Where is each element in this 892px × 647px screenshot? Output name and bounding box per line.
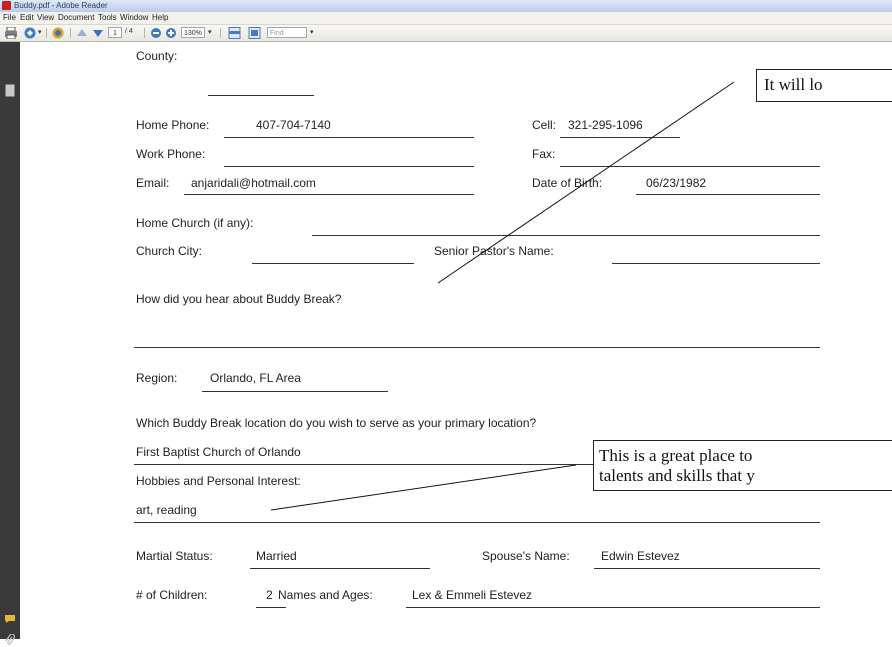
toolbar: ▾ 1 / 4 130% ▾ Find ▾ xyxy=(0,25,892,42)
callout-middle-pointer xyxy=(270,464,577,511)
children-count-label: # of Children: xyxy=(136,588,208,602)
county-field-line[interactable] xyxy=(208,95,314,96)
menu-file[interactable]: File xyxy=(3,12,16,24)
comments-icon[interactable] xyxy=(4,614,16,624)
callout-top-text: It will lo xyxy=(764,75,823,94)
names-ages-line xyxy=(406,607,820,608)
names-ages-label: Names and Ages: xyxy=(278,588,373,602)
callout-middle-line2: talents and skills that y xyxy=(599,466,755,485)
email-icon[interactable] xyxy=(23,27,37,39)
hobbies-line xyxy=(134,522,820,523)
toolbar-separator xyxy=(70,28,71,38)
email-label: Email: xyxy=(136,176,170,190)
region-value[interactable]: Orlando, FL Area xyxy=(210,371,301,385)
fit-width-icon[interactable] xyxy=(248,27,261,39)
menu-window[interactable]: Window xyxy=(120,12,148,24)
next-page-icon[interactable] xyxy=(92,27,104,39)
marital-status-line xyxy=(250,568,430,569)
navigation-panel xyxy=(0,42,20,645)
window-title: Buddy.pdf - Adobe Reader xyxy=(14,1,108,10)
home-church-line[interactable] xyxy=(312,235,820,236)
collaborate-icon[interactable] xyxy=(51,27,65,39)
location-question: Which Buddy Break location do you wish t… xyxy=(136,416,537,430)
print-icon[interactable] xyxy=(4,27,18,39)
region-line xyxy=(202,391,388,392)
menu-help[interactable]: Help xyxy=(152,12,168,24)
toolbar-separator xyxy=(46,28,47,38)
home-phone-value[interactable]: 407-704-7140 xyxy=(256,118,331,132)
cell-label: Cell: xyxy=(532,118,557,132)
menu-view[interactable]: View xyxy=(37,12,54,24)
hobbies-label: Hobbies and Personal Interest: xyxy=(136,474,301,488)
document-page: County: Home Phone: 407-704-7140 Cell: 3… xyxy=(20,42,892,639)
email-line xyxy=(184,194,474,195)
senior-pastor-line[interactable] xyxy=(612,263,820,264)
zoom-dropdown-icon[interactable]: ▾ xyxy=(208,28,212,40)
toolbar-separator xyxy=(220,28,221,38)
home-phone-label: Home Phone: xyxy=(136,118,210,132)
dob-label: Date of Birth: xyxy=(532,176,603,190)
email-value[interactable]: anjaridali@hotmail.com xyxy=(191,176,316,190)
title-bar: Buddy.pdf - Adobe Reader xyxy=(0,0,892,12)
work-phone-label: Work Phone: xyxy=(136,147,206,161)
zoom-out-icon[interactable] xyxy=(150,27,162,39)
children-count-line xyxy=(256,607,286,608)
location-value[interactable]: First Baptist Church of Orlando xyxy=(136,445,301,459)
adobe-reader-icon xyxy=(2,1,11,10)
email-dropdown-icon[interactable]: ▾ xyxy=(38,28,42,40)
spouse-name-line xyxy=(594,568,820,569)
church-city-label: Church City: xyxy=(136,244,203,258)
page-total: / 4 xyxy=(125,28,133,35)
pages-icon[interactable] xyxy=(5,84,15,97)
fit-page-icon[interactable] xyxy=(228,27,241,39)
home-phone-line xyxy=(224,137,474,138)
work-phone-line[interactable] xyxy=(224,166,474,167)
find-dropdown-icon[interactable]: ▾ xyxy=(310,28,314,40)
menu-document[interactable]: Document xyxy=(58,12,94,24)
spouse-name-label: Spouse's Name: xyxy=(482,549,570,563)
zoom-level-select[interactable]: 130% xyxy=(181,27,205,38)
comment-callout-middle[interactable]: This is a great place to talents and ski… xyxy=(593,440,892,491)
menu-edit[interactable]: Edit xyxy=(20,12,34,24)
toolbar-separator xyxy=(144,28,145,38)
fax-line[interactable] xyxy=(560,166,820,167)
find-input[interactable]: Find xyxy=(267,27,307,38)
cell-value[interactable]: 321-295-1096 xyxy=(568,118,643,132)
fax-label: Fax: xyxy=(532,147,556,161)
dob-value[interactable]: 06/23/1982 xyxy=(646,176,706,190)
marital-status-label: Martial Status: xyxy=(136,549,213,563)
dob-line xyxy=(636,194,820,195)
names-ages-value[interactable]: Lex & Emmeli Estevez xyxy=(412,588,532,602)
hear-about-line[interactable] xyxy=(134,347,820,348)
zoom-in-icon[interactable] xyxy=(165,27,177,39)
spouse-name-value[interactable]: Edwin Estevez xyxy=(601,549,680,563)
menu-tools[interactable]: Tools xyxy=(98,12,117,24)
hobbies-value[interactable]: art, reading xyxy=(136,503,197,517)
region-label: Region: xyxy=(136,371,178,385)
callout-middle-line1: This is a great place to xyxy=(599,446,753,465)
prev-page-icon[interactable] xyxy=(76,27,88,39)
attachments-icon[interactable] xyxy=(5,634,15,647)
county-label: County: xyxy=(136,49,178,63)
church-city-line[interactable] xyxy=(252,263,414,264)
comment-callout-top[interactable]: It will lo xyxy=(756,69,892,102)
home-church-label: Home Church (if any): xyxy=(136,216,254,230)
marital-status-value[interactable]: Married xyxy=(256,549,297,563)
cell-line xyxy=(560,137,680,138)
hear-about-label: How did you hear about Buddy Break? xyxy=(136,292,342,306)
menu-bar: File Edit View Document Tools Window Hel… xyxy=(0,12,892,25)
page-number-input[interactable]: 1 xyxy=(108,27,122,38)
senior-pastor-label: Senior Pastor's Name: xyxy=(434,244,554,258)
children-count-value[interactable]: 2 xyxy=(266,588,273,602)
